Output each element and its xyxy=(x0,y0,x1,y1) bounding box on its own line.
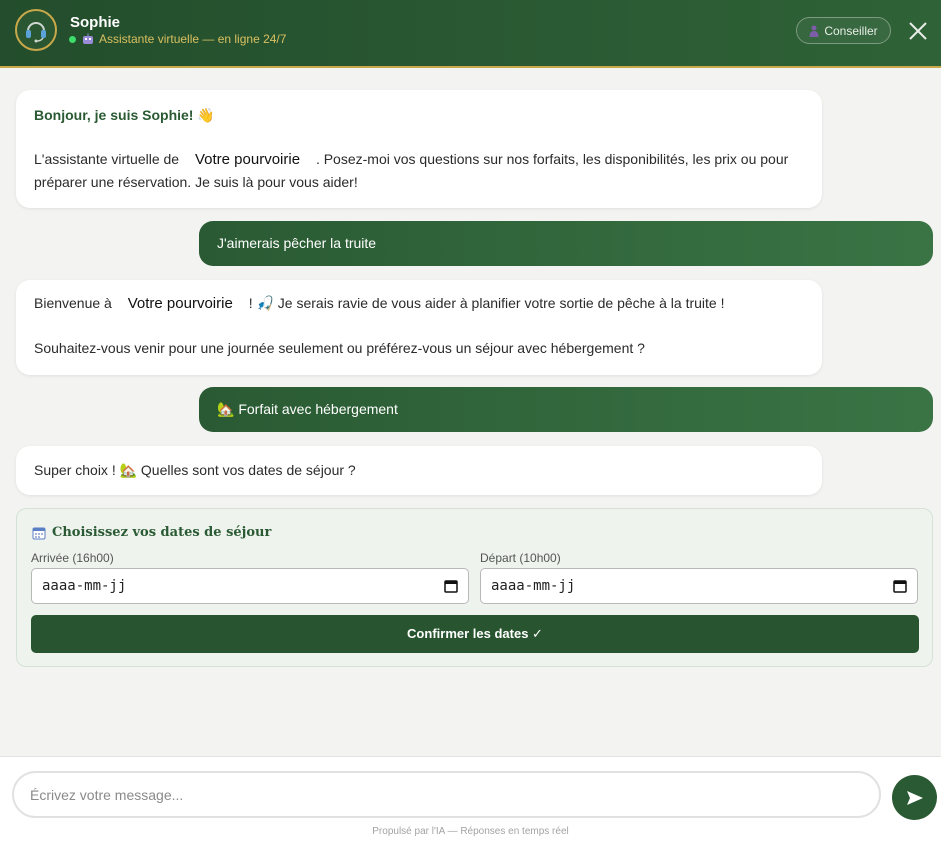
message-line: Bienvenue à Votre pourvoirie ! 🎣 Je sera… xyxy=(34,292,804,315)
message-composer: Écrivez votre message... Propulsé par l'… xyxy=(0,756,941,843)
date-picker-panel: Choisissez vos dates de séjour Arrivée (… xyxy=(16,508,933,667)
online-indicator xyxy=(69,35,76,43)
message-line: L'assistante virtuelle de Votre pourvoir… xyxy=(34,148,804,171)
intro-text: L'assistante virtuelle de xyxy=(34,151,180,167)
welcome-text-after: ! 🎣 Je serais ravie de vous aider à plan… xyxy=(248,295,725,311)
calendar-picker-icon[interactable] xyxy=(893,579,907,593)
arrival-label: Arrivée (16h00) xyxy=(31,551,114,565)
intro-text-after: . Posez-moi vos questions sur nos forfai… xyxy=(315,151,789,167)
conseiller-label: Conseiller xyxy=(824,23,878,38)
brand-name: Votre pourvoirie xyxy=(127,295,233,312)
close-icon xyxy=(909,22,927,40)
bot-message-text: Super choix ! 🏡 Quelles sont vos dates d… xyxy=(34,462,356,478)
send-button[interactable] xyxy=(892,775,937,820)
user-message-text: 🏡 Forfait avec hébergement xyxy=(217,401,398,417)
date-picker-title-text: Choisissez vos dates de séjour xyxy=(52,525,272,540)
greeting-text: Bonjour, je suis Sophie! 👋 xyxy=(34,107,215,123)
arrival-date-input[interactable]: aaaa-mm-jj xyxy=(31,568,469,604)
agent-status-text: Assistante virtuelle — en ligne 24/7 xyxy=(99,32,287,46)
agent-status: Assistante virtuelle — en ligne 24/7 xyxy=(69,32,286,46)
departure-label: Départ (10h00) xyxy=(480,551,561,565)
robot-icon xyxy=(82,33,94,45)
brand-name: Votre pourvoirie xyxy=(194,151,301,168)
confirm-dates-label: Confirmer les dates ✓ xyxy=(407,626,543,641)
user-message: 🏡 Forfait avec hébergement xyxy=(199,387,933,432)
conseiller-button[interactable]: Conseiller xyxy=(796,17,891,44)
calendar-icon xyxy=(32,526,46,540)
question-text: Souhaitez-vous venir pour une journée se… xyxy=(34,340,645,356)
date-picker-title: Choisissez vos dates de séjour xyxy=(32,525,271,540)
bot-message: Bienvenue à Votre pourvoirie ! 🎣 Je sera… xyxy=(16,280,822,375)
bot-message: Bonjour, je suis Sophie! 👋 L'assistante … xyxy=(16,90,822,208)
departure-date-input[interactable]: aaaa-mm-jj xyxy=(480,568,918,604)
headset-icon xyxy=(26,22,46,43)
welcome-text: Bienvenue à xyxy=(34,295,112,311)
close-button[interactable] xyxy=(905,18,931,44)
message-line: préparer une réservation. Je suis là pou… xyxy=(34,174,358,190)
user-message: J'aimerais pêcher la truite xyxy=(199,221,933,266)
calendar-picker-icon[interactable] xyxy=(444,579,458,593)
person-icon xyxy=(809,25,819,37)
user-message-text: J'aimerais pêcher la truite xyxy=(217,235,377,251)
footer-note: Propulsé par l'IA — Réponses en temps ré… xyxy=(372,826,569,837)
agent-name: Sophie xyxy=(70,14,121,31)
departure-date-value: aaaa-mm-jj xyxy=(491,578,576,594)
bot-message: Super choix ! 🏡 Quelles sont vos dates d… xyxy=(16,446,822,495)
message-input[interactable]: Écrivez votre message... xyxy=(12,771,881,818)
confirm-dates-button[interactable]: Confirmer les dates ✓ xyxy=(31,615,919,653)
avatar xyxy=(15,9,57,51)
arrival-date-value: aaaa-mm-jj xyxy=(42,578,127,594)
message-input-placeholder: Écrivez votre message... xyxy=(30,786,184,803)
chat-header: Sophie Assistante virtuelle — en ligne 2… xyxy=(0,0,941,68)
send-icon xyxy=(906,790,923,805)
